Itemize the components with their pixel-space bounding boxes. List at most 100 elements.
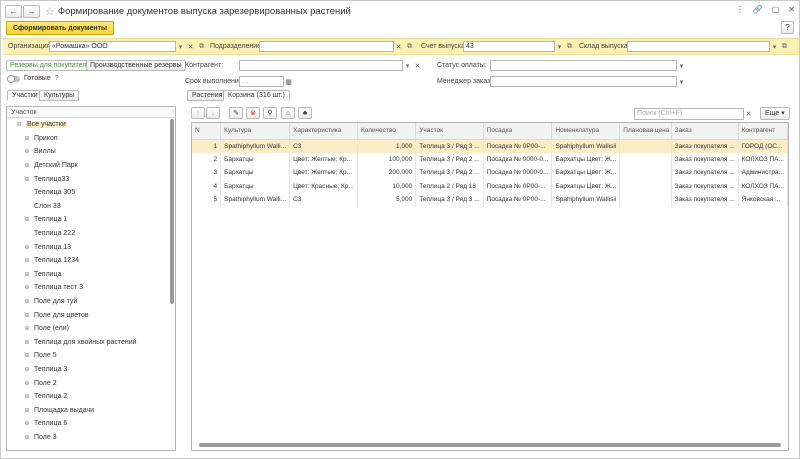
- table-row[interactable]: 3 Бархатцы Цвет: Желтые; Кр... 200,000 Тепли…: [192, 166, 788, 180]
- expand-icon[interactable]: ⊕: [23, 312, 31, 319]
- dept-clear-icon[interactable]: ✕: [394, 41, 403, 52]
- tree-node[interactable]: ⊕ Теплица 2: [7, 390, 175, 404]
- maximize-icon[interactable]: ▢: [772, 5, 780, 14]
- counterparty-dropdown-icon[interactable]: ▾: [403, 60, 412, 71]
- delete-icon[interactable]: ⊗: [246, 107, 260, 119]
- dept-field[interactable]: [259, 41, 394, 52]
- plants-icon[interactable]: ♣: [298, 107, 312, 119]
- tree-node[interactable]: ⊕ Теплица 6: [7, 417, 175, 431]
- tree-node[interactable]: ⊕ Поле для цветов: [7, 308, 175, 322]
- order-manager-field[interactable]: [490, 76, 677, 87]
- ready-help-icon[interactable]: ?: [55, 75, 59, 82]
- payment-status-field[interactable]: [490, 60, 677, 71]
- tree-node[interactable]: Теплица 305: [7, 186, 175, 200]
- more-button[interactable]: Еще ▾: [760, 107, 790, 120]
- tree-node[interactable]: ⊕ Теплица 1234: [7, 254, 175, 268]
- column-header[interactable]: Посадка: [483, 123, 553, 140]
- tree-node[interactable]: ⊕ Теплица 1: [7, 213, 175, 227]
- move-up-icon[interactable]: ↑: [191, 107, 205, 119]
- grid-horizontal-scrollbar[interactable]: [199, 443, 781, 447]
- tree-node[interactable]: ⊕ Виллы: [7, 145, 175, 159]
- warehouse-field[interactable]: [627, 41, 770, 52]
- tree-node[interactable]: ⊕ Поле (ели): [7, 322, 175, 336]
- table-row[interactable]: 5 Spathiphyllum Walli... C3 5,000 Теплица 3 …: [192, 193, 788, 207]
- account-field[interactable]: 43: [463, 41, 555, 52]
- tree-node[interactable]: ⊕ Теплица для хвойных растений: [7, 336, 175, 350]
- tab-plots[interactable]: Участки: [7, 90, 43, 101]
- column-header[interactable]: Культура: [220, 123, 291, 140]
- search-clear-icon[interactable]: ✕: [744, 108, 753, 120]
- expand-icon[interactable]: ⊕: [23, 393, 31, 400]
- production-reserves-tab[interactable]: Производственные резервы: [86, 60, 186, 71]
- expand-icon[interactable]: ⊕: [23, 366, 31, 373]
- column-header[interactable]: N: [192, 123, 222, 140]
- expand-icon[interactable]: ⊕: [23, 176, 31, 183]
- tab-plants[interactable]: Растения: [187, 90, 228, 101]
- close-icon[interactable]: ✕: [788, 5, 795, 14]
- expand-icon[interactable]: ⊕: [23, 284, 31, 291]
- warehouse-icon[interactable]: ⌂: [281, 107, 295, 119]
- dept-open-icon[interactable]: ⧉: [405, 41, 414, 52]
- tree-node[interactable]: Слон 33: [7, 200, 175, 214]
- expand-icon[interactable]: ⊕: [23, 257, 31, 264]
- reserves-for-customers-tab[interactable]: Резервы для покупателей: [6, 60, 99, 71]
- move-down-icon[interactable]: ↓: [206, 107, 220, 119]
- expand-icon[interactable]: ⊕: [23, 339, 31, 346]
- expand-icon[interactable]: ⊕: [23, 298, 31, 305]
- tree-node[interactable]: ⊕ Поле 3: [7, 431, 175, 445]
- table-row[interactable]: 2 Бархатцы Цвет: Желтые; Кр... 100,000 Тепли…: [192, 152, 788, 166]
- tree-node[interactable]: ⊕ Поле 2: [7, 376, 175, 390]
- org-open-icon[interactable]: ⧉: [197, 41, 206, 52]
- column-header[interactable]: Характеристика: [289, 123, 358, 140]
- tree-node[interactable]: ⊕ Теплица33: [7, 172, 175, 186]
- expand-icon[interactable]: ⊕: [23, 244, 31, 251]
- tree-node[interactable]: ⊕ Детский Парк: [7, 159, 175, 173]
- payment-status-dropdown-icon[interactable]: ▾: [677, 60, 686, 71]
- org-dropdown-icon[interactable]: ▾: [176, 41, 185, 52]
- forward-button[interactable]: →: [23, 4, 40, 18]
- order-manager-dropdown-icon[interactable]: ▾: [677, 76, 686, 87]
- column-header[interactable]: Контрагент: [738, 123, 788, 140]
- favorite-star-icon[interactable]: ☆: [45, 5, 55, 18]
- table-row[interactable]: 1 Spathiphyllum Walli... C3 1,000 Теплица 3 …: [192, 139, 788, 153]
- back-button[interactable]: ←: [5, 4, 22, 18]
- counterparty-field[interactable]: [239, 60, 403, 71]
- tree-node[interactable]: ⊕ Теплица 3: [7, 363, 175, 377]
- expand-icon[interactable]: ⊕: [23, 407, 31, 414]
- calendar-icon[interactable]: ▦: [284, 76, 293, 87]
- expand-icon[interactable]: ⊕: [23, 271, 31, 278]
- expand-icon[interactable]: ⊕: [23, 325, 31, 332]
- search-tool-icon[interactable]: ⚲: [263, 107, 277, 119]
- column-header[interactable]: Количество: [357, 123, 417, 140]
- column-header[interactable]: Плановая цена: [619, 123, 672, 140]
- tree-node[interactable]: ⊕ Теплица тест 3: [7, 281, 175, 295]
- column-header[interactable]: Номенклатура: [551, 123, 621, 140]
- account-open-icon[interactable]: ⧉: [565, 41, 574, 52]
- tree-node[interactable]: Теплица 222: [7, 227, 175, 241]
- expand-icon[interactable]: ⊕: [23, 420, 31, 427]
- tab-basket[interactable]: Корзина (316 шт.): [223, 90, 290, 101]
- tree-node[interactable]: ⊟ Все участки: [7, 118, 175, 132]
- warehouse-open-icon[interactable]: ⧉: [780, 41, 789, 52]
- expand-icon[interactable]: ⊕: [23, 380, 31, 387]
- org-field[interactable]: «Ромашка» ООО: [49, 41, 176, 52]
- tree-node[interactable]: ⊕ Поле для туй: [7, 295, 175, 309]
- counterparty-clear-icon[interactable]: ✕: [413, 60, 422, 71]
- tree-scrollbar[interactable]: [170, 119, 174, 304]
- account-dropdown-icon[interactable]: ▾: [555, 41, 564, 52]
- expand-icon[interactable]: ⊕: [23, 216, 31, 223]
- expand-icon[interactable]: ⊟: [15, 121, 23, 128]
- tree-node[interactable]: ⊕ Теплица: [7, 268, 175, 282]
- deadline-field[interactable]: . .: [239, 76, 284, 87]
- warehouse-dropdown-icon[interactable]: ▾: [770, 41, 779, 52]
- expand-icon[interactable]: ⊕: [23, 434, 31, 441]
- expand-icon[interactable]: ⊕: [23, 148, 31, 155]
- generate-documents-button[interactable]: Сформировать документы: [6, 21, 114, 35]
- expand-icon[interactable]: ⊕: [23, 352, 31, 359]
- ready-toggle[interactable]: [7, 74, 20, 83]
- tree-node[interactable]: ⊕ Площадка выдачи: [7, 403, 175, 417]
- search-input[interactable]: Поиск (Ctrl+F): [634, 108, 744, 120]
- column-header[interactable]: Заказ: [671, 123, 739, 140]
- more-menu-icon[interactable]: ⋮: [736, 5, 744, 14]
- table-row[interactable]: 4 Бархатцы Цвет: Красные; Кр... 10,000 Тепли…: [192, 179, 788, 193]
